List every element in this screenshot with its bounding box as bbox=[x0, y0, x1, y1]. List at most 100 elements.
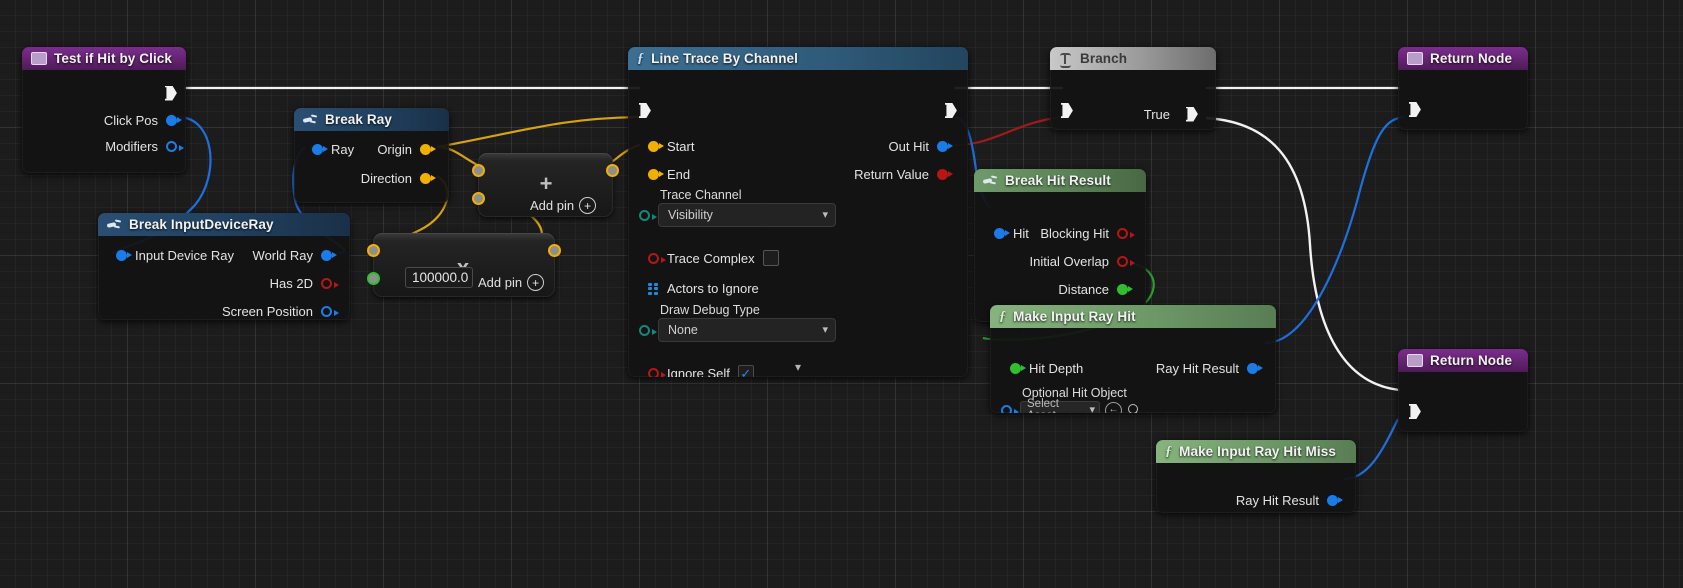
pin-multiply-output[interactable] bbox=[548, 244, 561, 257]
trace-channel-dropdown[interactable]: Visibility ▾ bbox=[658, 203, 836, 227]
pin-row-hit-depth[interactable]: Hit Depth bbox=[1001, 355, 1083, 381]
pin-row-click-pos[interactable]: Click Pos bbox=[22, 107, 186, 133]
node-header[interactable]: ƒ Make Input Ray Hit bbox=[990, 305, 1276, 328]
pin-start[interactable] bbox=[648, 140, 664, 152]
pin-row-blocking-hit[interactable]: Blocking Hit bbox=[1040, 220, 1137, 246]
pin-initial-overlap[interactable] bbox=[1117, 255, 1135, 267]
pin-row-out-hit[interactable]: Out Hit bbox=[889, 133, 957, 159]
pin-hit[interactable] bbox=[994, 227, 1010, 239]
plus-circle-icon[interactable]: + bbox=[579, 197, 597, 214]
pin-row-direction[interactable]: Direction bbox=[361, 165, 440, 191]
pin-add-output[interactable] bbox=[606, 164, 619, 177]
field-draw-debug-type[interactable]: Draw Debug Type None ▾ bbox=[639, 303, 836, 342]
pin-row-modifiers[interactable]: Modifiers bbox=[22, 133, 186, 159]
node-return-bottom[interactable]: Return Node Return Value bbox=[1398, 349, 1528, 432]
exec-input-pin[interactable] bbox=[639, 103, 651, 118]
pin-has-2d[interactable] bbox=[321, 277, 339, 289]
pin-row-ray-hit-result[interactable]: Ray Hit Result bbox=[1156, 355, 1267, 381]
pin-row-world-ray[interactable]: World Ray bbox=[253, 242, 341, 268]
browse-back-icon[interactable]: ← bbox=[1105, 401, 1122, 413]
pin-draw-debug-type[interactable] bbox=[639, 324, 657, 336]
pin-modifiers[interactable] bbox=[166, 140, 184, 152]
pin-screen-position[interactable] bbox=[321, 305, 339, 317]
draw-debug-type-dropdown[interactable]: None ▾ bbox=[658, 318, 836, 342]
pin-end[interactable] bbox=[648, 168, 664, 180]
node-make-input-ray-hit-miss[interactable]: ƒ Make Input Ray Hit Miss Ray Hit Result bbox=[1156, 440, 1356, 513]
node-header[interactable]: Break Ray bbox=[294, 108, 449, 131]
pin-row-screen-position[interactable]: Screen Position bbox=[222, 298, 341, 320]
pin-ray[interactable] bbox=[312, 143, 328, 155]
node-vector-multiply[interactable]: x 100000.0 Add pin + bbox=[367, 233, 561, 297]
pin-distance[interactable] bbox=[1117, 283, 1133, 295]
pin-row-ray[interactable]: Ray bbox=[303, 136, 354, 162]
node-header[interactable]: Branch bbox=[1050, 47, 1216, 70]
exec-input-pin[interactable] bbox=[1409, 404, 1421, 419]
pin-row-ray-hit-result[interactable]: Ray Hit Result bbox=[1236, 487, 1347, 513]
node-break-input-device-ray[interactable]: Break InputDeviceRay Input Device Ray Wo… bbox=[98, 213, 350, 320]
node-return-top[interactable]: Return Node Return Value bbox=[1398, 47, 1528, 130]
node-break-hit-result[interactable]: Break Hit Result Hit Blocking Hit Initia… bbox=[974, 169, 1146, 322]
node-branch[interactable]: Branch True Condition False bbox=[1050, 47, 1216, 130]
node-header[interactable]: Return Node bbox=[1398, 349, 1528, 372]
exec-output-true-pin[interactable] bbox=[1186, 107, 1198, 122]
pin-ray-hit-result-miss[interactable] bbox=[1327, 494, 1343, 506]
field-trace-channel[interactable]: Trace Channel Visibility ▾ bbox=[639, 188, 836, 227]
trace-complex-checkbox[interactable] bbox=[762, 250, 779, 266]
node-make-input-ray-hit[interactable]: ƒ Make Input Ray Hit Hit Depth Ray Hit R… bbox=[990, 305, 1276, 413]
asset-picker[interactable]: Select Asset ▾ ← bbox=[1020, 398, 1142, 413]
node-test-if-hit-by-click[interactable]: Test if Hit by Click Click Pos Modifiers bbox=[22, 47, 186, 173]
add-pin-control[interactable]: Add pin + bbox=[478, 274, 545, 291]
add-pin-control[interactable]: Add pin + bbox=[530, 197, 597, 214]
pin-row-initial-overlap[interactable]: Initial Overlap bbox=[1030, 248, 1137, 274]
pin-actors-to-ignore[interactable] bbox=[648, 282, 659, 295]
field-optional-hit-object[interactable]: Optional Hit Object Select Asset ▾ ← bbox=[1001, 386, 1142, 413]
pin-row-has-2d[interactable]: Has 2D bbox=[270, 270, 341, 296]
node-break-ray[interactable]: Break Ray Ray Origin Direction bbox=[294, 108, 449, 203]
pin-add-input-b[interactable] bbox=[472, 192, 485, 205]
node-header[interactable]: Break Hit Result bbox=[974, 169, 1146, 192]
pin-return-value[interactable] bbox=[937, 168, 953, 180]
field-actors-to-ignore[interactable]: Actors to Ignore bbox=[639, 275, 759, 301]
pin-hit-depth[interactable] bbox=[1010, 362, 1026, 374]
pin-input-device-ray[interactable] bbox=[116, 249, 132, 261]
multiply-value-input[interactable]: 100000.0 bbox=[405, 267, 473, 288]
pin-trace-channel[interactable] bbox=[639, 209, 657, 221]
pin-out-hit[interactable] bbox=[937, 140, 953, 152]
pin-row-end[interactable]: End bbox=[639, 161, 690, 187]
search-icon[interactable] bbox=[1127, 403, 1142, 413]
exec-output-pin[interactable] bbox=[945, 103, 957, 118]
blueprint-graph-canvas[interactable]: Test if Hit by Click Click Pos Modifiers… bbox=[0, 0, 1683, 588]
node-header[interactable]: ƒ Line Trace By Channel bbox=[628, 47, 968, 70]
select-asset-dropdown[interactable]: Select Asset ▾ bbox=[1020, 398, 1100, 413]
pin-row-origin[interactable]: Origin bbox=[377, 136, 440, 162]
pin-world-ray[interactable] bbox=[321, 249, 337, 261]
pin-trace-complex[interactable] bbox=[648, 252, 666, 264]
node-header[interactable]: Break InputDeviceRay bbox=[98, 213, 350, 236]
pin-row-hit[interactable]: Hit bbox=[985, 220, 1029, 246]
exec-output-pin[interactable] bbox=[165, 86, 177, 101]
pin-row-input-device-ray[interactable]: Input Device Ray bbox=[107, 242, 234, 268]
pin-row-distance[interactable]: Distance bbox=[1058, 276, 1137, 302]
plus-circle-icon[interactable]: + bbox=[527, 274, 545, 291]
exec-input-pin[interactable] bbox=[1409, 102, 1421, 117]
pin-row-start[interactable]: Start bbox=[639, 133, 694, 159]
pin-row-return-value[interactable]: Return Value bbox=[854, 161, 957, 187]
node-expander-chevron[interactable]: ▾ bbox=[628, 359, 968, 375]
node-line-trace-by-channel[interactable]: ƒ Line Trace By Channel Start End Out Hi… bbox=[628, 47, 968, 377]
pin-click-pos[interactable] bbox=[166, 114, 182, 126]
node-header[interactable]: Test if Hit by Click bbox=[22, 47, 186, 70]
pin-blocking-hit[interactable] bbox=[1117, 227, 1135, 239]
pin-optional-hit-object[interactable] bbox=[1001, 404, 1019, 413]
pin-row-true[interactable]: True bbox=[1144, 101, 1207, 127]
exec-input-pin[interactable] bbox=[1061, 103, 1073, 118]
node-vector-add[interactable]: + Add pin + bbox=[472, 153, 619, 217]
pin-multiply-input-a[interactable] bbox=[367, 244, 380, 257]
pin-row-exec-out[interactable] bbox=[22, 79, 186, 107]
pin-add-input-a[interactable] bbox=[472, 164, 485, 177]
node-header[interactable]: ƒ Make Input Ray Hit Miss bbox=[1156, 440, 1356, 463]
pin-ray-hit-result[interactable] bbox=[1247, 362, 1263, 374]
pin-origin[interactable] bbox=[420, 143, 436, 155]
field-trace-complex[interactable]: Trace Complex bbox=[639, 245, 779, 271]
pin-multiply-input-b[interactable] bbox=[367, 272, 380, 285]
node-header[interactable]: Return Node bbox=[1398, 47, 1528, 70]
